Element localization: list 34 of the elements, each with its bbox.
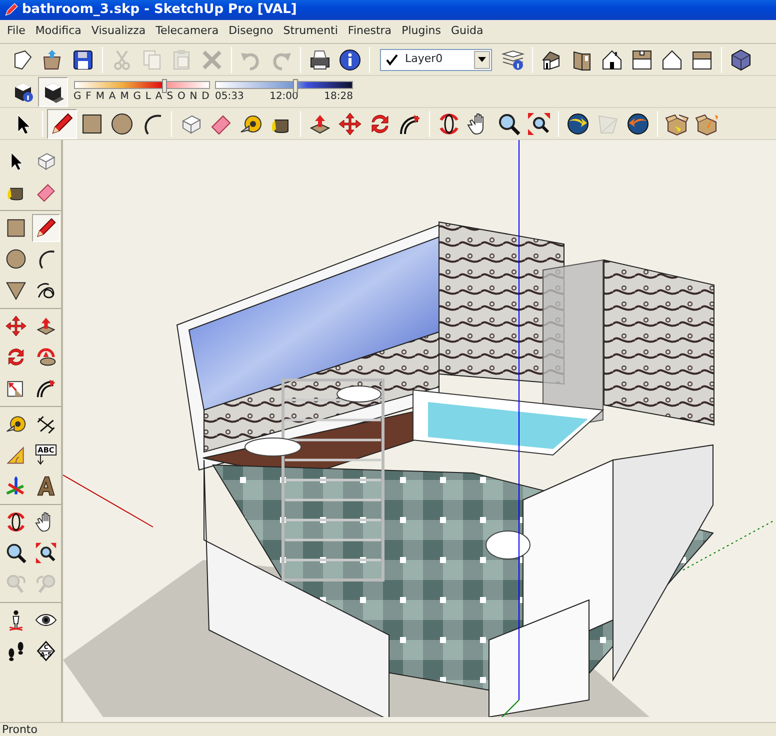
- slider-label: S: [166, 91, 174, 102]
- slider-thumb[interactable]: [292, 79, 298, 93]
- menu-item[interactable]: Modifica: [30, 23, 86, 40]
- menu-item[interactable]: File: [2, 23, 30, 40]
- menu-item[interactable]: Finestra: [342, 23, 397, 40]
- slider-label: G: [133, 91, 141, 102]
- slider-label: F: [86, 91, 92, 102]
- layer-dropdown[interactable]: Layer0: [380, 48, 492, 70]
- menu-item[interactable]: Strumenti: [278, 23, 343, 40]
- slider-label: O: [177, 91, 186, 102]
- pencil-icon[interactable]: [32, 214, 60, 242]
- shadow-cube-icon[interactable]: [38, 76, 68, 106]
- slider-label: D: [202, 91, 210, 102]
- slider-label: A: [108, 91, 116, 102]
- slider-label: N: [190, 91, 198, 102]
- menu-item[interactable]: Plugins: [396, 23, 446, 40]
- slider-label: M: [96, 91, 104, 102]
- pencil-icon[interactable]: [47, 108, 77, 138]
- menu-item[interactable]: Guida: [446, 23, 488, 40]
- menu-item[interactable]: Visualizza: [86, 23, 151, 40]
- slider-label: 18:28: [324, 91, 353, 102]
- slider-label: G: [74, 91, 82, 102]
- slider-label: A: [155, 91, 162, 102]
- window-title: bathroom_3.skp - SketchUp Pro [VAL]: [22, 1, 297, 20]
- slider-label: L: [145, 91, 151, 102]
- slider-label: 05:33: [215, 91, 244, 102]
- slider-label: M: [120, 91, 129, 102]
- pencil-app-icon: [4, 3, 18, 17]
- 3d-viewport[interactable]: [63, 140, 776, 722]
- slider-thumb[interactable]: [162, 79, 168, 93]
- status-text: Pronto: [0, 722, 776, 736]
- bathroom-model-drawing[interactable]: [63, 221, 714, 717]
- menu-item[interactable]: Disegno: [224, 23, 278, 40]
- menu-item[interactable]: Telecamera: [150, 23, 224, 40]
